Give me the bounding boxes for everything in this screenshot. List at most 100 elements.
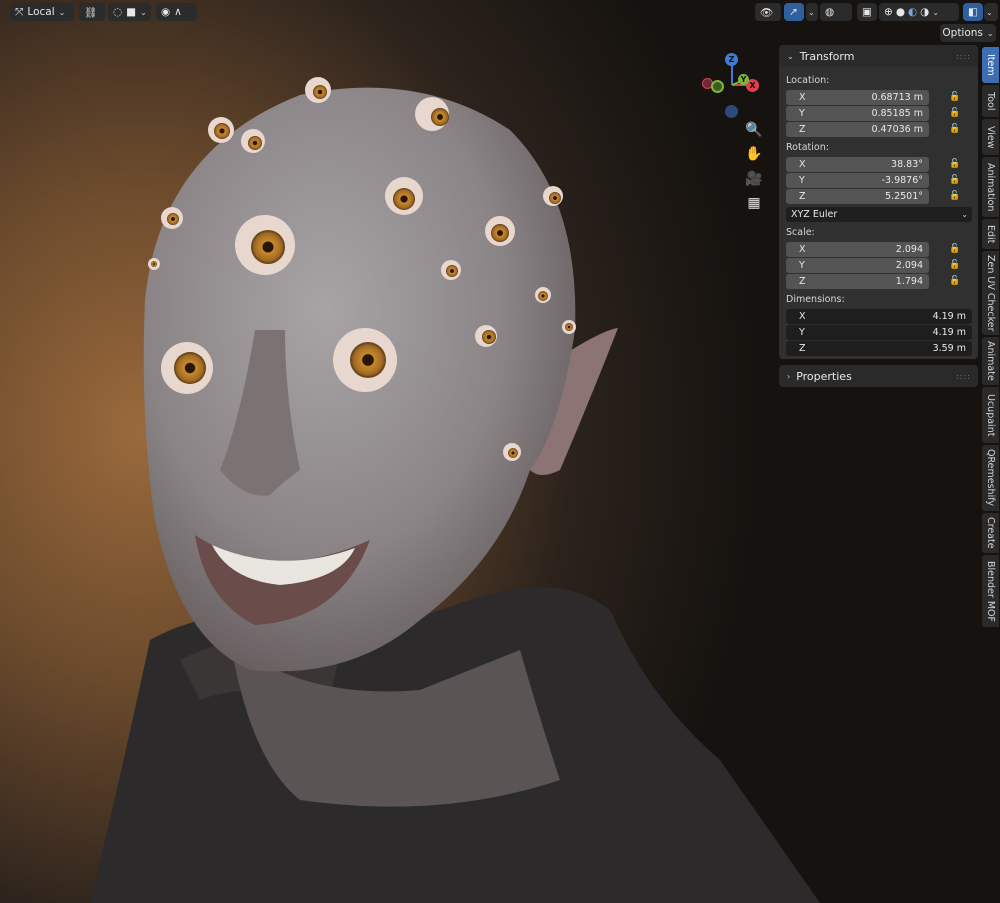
xray-toggle[interactable]: ▣ <box>857 3 877 21</box>
tab-edit[interactable]: Edit <box>982 219 999 249</box>
dimensions-x-value: 4.19 m <box>932 311 966 322</box>
3d-viewport[interactable]: ⤧ Local ⌄ ⛓ ◌ ■ ⌄ ◉ ∧ 👁 ↗ ⌄ ◍ ▣ ⊕ ● ◐ ◑ … <box>0 0 1000 903</box>
tab-animation[interactable]: Animation <box>982 157 999 217</box>
chevron-right-icon: › <box>787 371 791 381</box>
navigation-gizmo[interactable]: Z X Y <box>700 50 764 120</box>
tab-label: Item <box>985 54 996 76</box>
axis-label: Y <box>799 260 805 271</box>
scale-y-field[interactable]: Y 2.094 <box>786 258 929 273</box>
lock-icon[interactable]: 🔓 <box>949 276 960 286</box>
pan-hand-icon[interactable]: ✋ <box>743 143 765 165</box>
dimensions-z-field[interactable]: Z 3.59 m <box>786 341 972 356</box>
rotation-x-value: 38.83° <box>891 159 923 170</box>
wireframe-shading-icon[interactable]: ⊕ <box>884 6 893 18</box>
properties-panel-header[interactable]: › Properties :::: <box>779 365 978 387</box>
axis-label: Z <box>799 191 806 202</box>
tab-view[interactable]: View <box>982 119 999 155</box>
scale-z-field[interactable]: Z 1.794 <box>786 274 929 289</box>
dimensions-x-field[interactable]: X 4.19 m <box>786 309 972 324</box>
lock-icon[interactable]: 🔓 <box>949 124 960 134</box>
gizmo-y-axis[interactable]: Y <box>738 74 749 85</box>
tab-qremeshify[interactable]: QRemeshify <box>982 445 999 511</box>
scale-x-field[interactable]: X 2.094 <box>786 242 929 257</box>
axis-label: Z <box>799 276 806 287</box>
transform-panel-header[interactable]: ⌄ Transform :::: <box>779 45 978 67</box>
transform-orientation-dropdown[interactable]: ⤧ Local ⌄ <box>10 3 74 21</box>
rotation-x-field[interactable]: X 38.83° <box>786 157 929 172</box>
scale-x-value: 2.094 <box>895 244 923 255</box>
rotation-z-field[interactable]: Z 5.2501° <box>786 189 929 204</box>
location-y-field[interactable]: Y 0.85185 m <box>786 106 929 121</box>
axis-label: Y <box>799 108 805 119</box>
properties-title: Properties <box>796 369 852 383</box>
dimensions-y-field[interactable]: Y 4.19 m <box>786 325 972 340</box>
lock-icon[interactable]: 🔓 <box>949 108 960 118</box>
tab-create[interactable]: Create <box>982 513 999 553</box>
scale-z-value: 1.794 <box>895 276 923 287</box>
grid-icon[interactable]: ▦ <box>743 192 765 214</box>
tab-item[interactable]: Item <box>982 47 999 83</box>
axis-label: Y <box>799 175 805 186</box>
tab-ucupaint[interactable]: Ucupaint <box>982 387 999 443</box>
viewport-header: ⤧ Local ⌄ ⛓ ◌ ■ ⌄ ◉ ∧ 👁 ↗ ⌄ ◍ ▣ ⊕ ● ◐ ◑ … <box>0 0 1000 24</box>
eye-icon: 👁 <box>760 6 774 19</box>
overlays-dropdown[interactable]: ◍ <box>820 3 852 21</box>
orientation-icon: ⤧ <box>15 5 24 18</box>
tab-label: QRemeshify <box>985 449 996 507</box>
material-shading-icon[interactable]: ◐ <box>908 6 917 18</box>
chevron-down-icon: ⌄ <box>140 7 147 17</box>
gizmo-toggle[interactable]: ↗ <box>784 3 804 21</box>
axis-label: X <box>799 244 806 255</box>
tab-tool[interactable]: Tool <box>982 85 999 117</box>
lock-icon[interactable]: 🔓 <box>949 244 960 254</box>
options-label: Options <box>942 27 983 39</box>
chevron-down-icon: ⌄ <box>932 7 940 17</box>
solid-shading-icon[interactable]: ● <box>896 6 905 18</box>
location-y-value: 0.85185 m <box>871 108 923 119</box>
rotation-y-value: -3.9876° <box>881 175 923 186</box>
gizmo-neg-y-axis[interactable] <box>711 80 724 93</box>
lock-icon[interactable]: 🔓 <box>949 260 960 270</box>
sidebar-panel: ⌄ Transform :::: Location: X 0.68713 m 🔓 … <box>779 45 978 389</box>
axis-label: Z <box>799 343 806 354</box>
editor-type-dropdown[interactable]: ⌄ <box>984 3 998 21</box>
editor-type-toggle[interactable]: ◧ <box>963 3 983 21</box>
tab-animate[interactable]: Animate <box>982 337 999 385</box>
editor-icon: ◧ <box>968 6 978 18</box>
zoom-icon[interactable]: 🔍 <box>743 119 765 141</box>
lock-icon[interactable]: 🔓 <box>949 92 960 102</box>
tab-label: Zen UV Checker <box>985 254 996 332</box>
lock-icon[interactable]: 🔓 <box>949 175 960 185</box>
gizmo-neg-z-axis[interactable] <box>725 105 738 118</box>
proportional-editing-icon: ◉ <box>161 6 171 18</box>
visibility-dropdown[interactable]: 👁 <box>755 3 781 21</box>
tab-zen-uv-checker[interactable]: Zen UV Checker <box>982 251 999 335</box>
camera-icon[interactable]: 🎥 <box>743 168 765 190</box>
rotation-mode-dropdown[interactable]: XYZ Euler ⌄ <box>786 207 972 222</box>
rotation-label: Rotation: <box>786 142 829 153</box>
shading-mode-group: ⊕ ● ◐ ◑ ⌄ <box>879 3 959 21</box>
rotation-y-field[interactable]: Y -3.9876° <box>786 173 929 188</box>
lock-icon[interactable]: 🔓 <box>949 191 960 201</box>
location-z-field[interactable]: Z 0.47036 m <box>786 122 929 137</box>
location-x-field[interactable]: X 0.68713 m <box>786 90 929 105</box>
axis-label: X <box>799 311 806 322</box>
proportional-editing-dropdown[interactable]: ◉ ∧ <box>156 3 197 21</box>
lock-icon[interactable]: 🔓 <box>949 159 960 169</box>
snap-dropdown[interactable]: ◌ ■ ⌄ <box>108 3 151 21</box>
pivot-point-dropdown[interactable]: ⛓ <box>79 3 105 21</box>
chevron-down-icon: ⌄ <box>986 28 994 38</box>
tab-blender-mof[interactable]: Blender MOF <box>982 555 999 627</box>
gizmo-z-axis[interactable]: Z <box>725 53 738 66</box>
scale-label: Scale: <box>786 227 815 238</box>
rotation-mode-value: XYZ Euler <box>791 209 838 220</box>
transform-panel: ⌄ Transform :::: Location: X 0.68713 m 🔓 … <box>779 45 978 359</box>
chevron-down-icon: ⌄ <box>808 7 815 17</box>
drag-handle-icon[interactable]: :::: <box>956 52 971 61</box>
drag-handle-icon[interactable]: :::: <box>956 372 971 381</box>
gizmo-dropdown[interactable]: ⌄ <box>806 3 818 21</box>
options-button[interactable]: Options ⌄ <box>940 24 996 42</box>
tab-label: Edit <box>985 224 996 244</box>
rendered-shading-icon[interactable]: ◑ <box>920 6 929 18</box>
xray-icon: ▣ <box>862 6 872 18</box>
